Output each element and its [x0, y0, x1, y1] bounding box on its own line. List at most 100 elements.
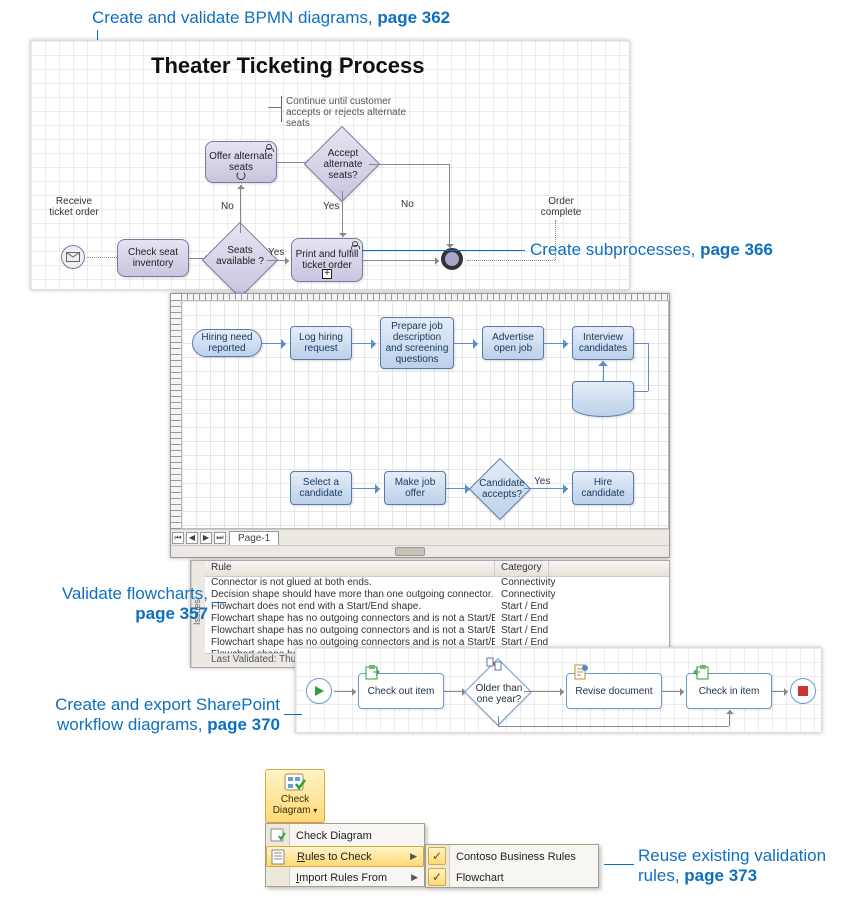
- callout-line: [212, 602, 226, 603]
- connector: [449, 164, 450, 248]
- ruler-vertical: [171, 300, 181, 529]
- callout-line: [284, 714, 302, 715]
- checkin-icon: [693, 664, 709, 680]
- envelope-icon: [66, 252, 80, 262]
- end-event-label: Order complete: [531, 196, 591, 218]
- task-offer-alternate[interactable]: Offer alternate seats: [205, 141, 277, 183]
- connector: [262, 343, 286, 344]
- submenu-label: Flowchart: [456, 872, 504, 884]
- end-event[interactable]: [441, 248, 463, 270]
- label: Revise document: [575, 686, 652, 697]
- btn-line2: Diagram: [273, 805, 311, 816]
- menu-item-rules-to-check[interactable]: RRules to Checkules to Check ▶: [266, 846, 424, 867]
- callout-text2: rules,: [638, 866, 684, 885]
- issue-row[interactable]: Flowchart does not end with a Start/End …: [205, 601, 669, 613]
- connector-seg: [648, 343, 649, 391]
- callout-page: page 357: [48, 604, 208, 624]
- issue-row[interactable]: Decision shape should have more than one…: [205, 589, 669, 601]
- connector: [334, 691, 356, 692]
- horizontal-scrollbar[interactable]: [171, 545, 669, 557]
- box-log-request[interactable]: Log hiring request: [290, 326, 352, 360]
- btn-line1: Check: [266, 794, 324, 805]
- submenu-arrow-icon: ▶: [410, 851, 417, 862]
- check-diagram-button[interactable]: Check Diagram ▾: [265, 769, 325, 823]
- play-icon: [313, 685, 325, 697]
- start-event[interactable]: [61, 245, 85, 269]
- callout-page: page 373: [684, 866, 757, 885]
- box-interview[interactable]: Interview candidates: [572, 326, 634, 360]
- category-text: Start / End: [495, 601, 548, 613]
- box-hire-candidate[interactable]: Hire candidate: [572, 471, 634, 505]
- compare-icon: [486, 656, 502, 672]
- checkout-icon: [365, 664, 381, 680]
- task-check-seat-inventory[interactable]: Check seat inventory: [117, 239, 189, 277]
- workflow-end[interactable]: [790, 678, 816, 704]
- callout-page: page 370: [207, 715, 280, 734]
- issue-row[interactable]: Connector is not glued at both ends.Conn…: [205, 577, 669, 589]
- task-print-fulfill[interactable]: Print and fulfill ticket order +: [291, 238, 363, 282]
- edge-no: No: [221, 201, 234, 212]
- connector: [267, 260, 289, 261]
- check-diagram-icon: [283, 772, 307, 794]
- col-category-header[interactable]: Category: [495, 561, 549, 576]
- category-text: Start / End: [495, 625, 548, 637]
- submenu-arrow-icon: ▶: [411, 872, 418, 883]
- box-select-candidate[interactable]: Select a candidate: [290, 471, 352, 505]
- callout-line: [362, 250, 525, 251]
- bpmn-annotation: Continue until customer accepts or rejec…: [281, 96, 421, 122]
- nav-first-button[interactable]: ⏮: [172, 532, 184, 544]
- submenu-item-flowchart[interactable]: ✓ Flowchart: [426, 867, 598, 888]
- page-tab[interactable]: Page-1: [229, 531, 279, 545]
- subprocess-plus-icon[interactable]: +: [322, 269, 332, 279]
- connector-seg: [369, 164, 449, 165]
- callout-text: Validate flowcharts,: [48, 584, 208, 604]
- message-flow: [87, 257, 117, 258]
- connector: [544, 343, 568, 344]
- box-advertise[interactable]: Advertise open job: [482, 326, 544, 360]
- issue-row[interactable]: Flowchart shape has no outgoing connecto…: [205, 613, 669, 625]
- arrowhead: [598, 356, 608, 366]
- connector: [524, 488, 568, 489]
- check-diagram-small-icon: [270, 828, 286, 844]
- rule-text: Flowchart does not end with a Start/End …: [205, 601, 495, 613]
- label: Check out item: [368, 686, 435, 697]
- box-make-offer[interactable]: Make job offer: [384, 471, 446, 505]
- terminator-hiring-need[interactable]: Hiring need reported: [192, 329, 262, 357]
- rule-text: Decision shape should have more than one…: [205, 589, 495, 601]
- rules-submenu: ✓ Contoso Business Rules ✓ Flowchart: [425, 844, 599, 888]
- nav-prev-button[interactable]: ◀: [186, 532, 198, 544]
- box-check-in-item[interactable]: Check in item: [686, 673, 772, 709]
- connector: [729, 710, 730, 726]
- document-shape[interactable]: [572, 381, 634, 417]
- decision-label: Candidate accepts?: [472, 478, 532, 500]
- hiring-canvas[interactable]: Hiring need reported Log hiring request …: [181, 300, 669, 529]
- loop-icon: [237, 171, 246, 180]
- box-revise-document[interactable]: Revise document: [566, 673, 662, 709]
- scrollbar-thumb[interactable]: [395, 547, 425, 556]
- issue-row[interactable]: Flowchart shape has no outgoing connecto…: [205, 625, 669, 637]
- nav-next-button[interactable]: ▶: [200, 532, 212, 544]
- nav-last-button[interactable]: ⏭: [214, 532, 226, 544]
- edge-yes: Yes: [323, 201, 339, 212]
- menu-item-import-rules[interactable]: Import Rules From ▶: [266, 867, 424, 888]
- box-prepare-job[interactable]: Prepare job description and screening qu…: [380, 317, 454, 369]
- menu-item-check-diagram[interactable]: Check Diagram: [266, 825, 424, 846]
- workflow-start[interactable]: [306, 678, 332, 704]
- edge-no: No: [401, 199, 414, 210]
- col-rule-header[interactable]: Rule: [205, 561, 495, 576]
- box-check-out-item[interactable]: Check out item: [358, 673, 444, 709]
- user-task-icon: [351, 241, 359, 249]
- category-text: Connectivity: [495, 577, 555, 589]
- label: Hire candidate: [576, 477, 630, 499]
- issues-rows: Connector is not glued at both ends.Conn…: [205, 577, 669, 653]
- annotation-connector: [268, 107, 281, 108]
- annotation-text: Continue until customer accepts or rejec…: [286, 96, 406, 129]
- submenu-label: Contoso Business Rules: [456, 851, 576, 863]
- connector-seg: [498, 716, 499, 726]
- connector: [240, 185, 241, 233]
- connector: [342, 191, 343, 237]
- menu-label: Import Rules From: [296, 872, 387, 884]
- callout-line: [604, 864, 634, 865]
- document-icon: [573, 664, 589, 680]
- submenu-item-contoso[interactable]: ✓ Contoso Business Rules: [426, 846, 598, 867]
